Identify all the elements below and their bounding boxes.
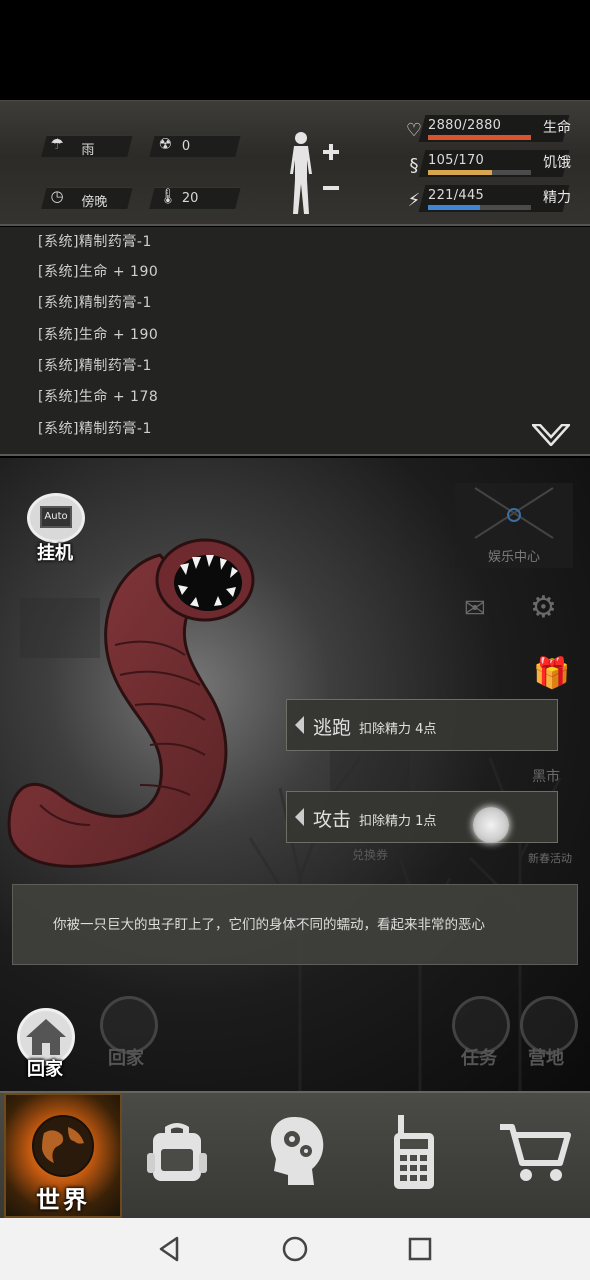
log-line: [系统]生命 + 190 <box>38 264 159 280</box>
attack-cost: 扣除精力 1点 <box>359 814 437 829</box>
expand-log-chevron-icon[interactable] <box>532 424 570 446</box>
plus-icon <box>323 144 339 160</box>
tab-world-label: 世界 <box>36 1186 90 1214</box>
ghost-home-label: 回家 <box>108 1048 144 1069</box>
tab-radio[interactable] <box>354 1093 472 1218</box>
exchange-coupon-label: 兑换券 <box>352 848 389 862</box>
hunger-label: 饥饿 <box>543 155 571 171</box>
task-label: 任务 <box>461 1048 497 1069</box>
touch-indicator <box>473 807 509 843</box>
human-body-icon <box>290 132 312 214</box>
gift-icon[interactable]: 🎁 <box>533 656 570 691</box>
log-line: [系统]生命 + 178 <box>38 389 159 405</box>
temperature-value: 20 <box>181 191 199 206</box>
home-label: 回家 <box>27 1059 63 1080</box>
log-line: [系统]精制药膏-1 <box>38 421 152 437</box>
tab-shop[interactable] <box>472 1093 590 1218</box>
flee-title: 逃跑 <box>313 717 352 739</box>
weather-value: 雨 <box>81 143 95 158</box>
arrow-left-icon <box>295 808 304 826</box>
time-value: 傍晚 <box>81 195 108 210</box>
heart-icon: ♡ <box>405 120 423 141</box>
log-line: [系统]精制药膏-1 <box>38 358 152 374</box>
recents-square-icon[interactable] <box>405 1234 435 1264</box>
auto-icon-text: Auto <box>40 506 72 528</box>
time-plate: ◷ 傍晚 <box>41 187 133 210</box>
cart-icon <box>500 1124 571 1181</box>
settings-gear-icon[interactable]: ⚙ <box>530 590 557 625</box>
hp-text: 2880/2880 <box>428 118 502 133</box>
lightning-icon: ⚡ <box>407 190 421 211</box>
attack-title: 攻击 <box>313 809 352 831</box>
go-home-button[interactable]: 回家 <box>17 1008 77 1080</box>
flee-button[interactable]: 逃跑 扣除精力 4点 <box>286 699 558 751</box>
black-market-label[interactable]: 黑市 <box>532 766 560 786</box>
log-line: [系统]生命 + 190 <box>38 327 159 343</box>
clock-icon: ◷ <box>50 187 64 205</box>
auto-idle-button[interactable]: Auto 挂机 <box>27 493 85 564</box>
globe-icon <box>32 1115 94 1177</box>
mail-icon[interactable]: ✉ <box>464 594 486 624</box>
flee-cost: 扣除精力 4点 <box>359 722 437 737</box>
encounter-message-box: 你被一只巨大的虫子盯上了，它们的身体不同的蠕动，看起来非常的恶心 <box>12 884 578 965</box>
arrow-left-icon <box>295 716 304 734</box>
weather-plate: ☂ 雨 <box>41 135 133 158</box>
log-line: [系统]精制药膏-1 <box>38 295 152 311</box>
tab-world[interactable]: 世界 <box>4 1093 122 1218</box>
radiation-icon: ☢ <box>158 135 172 153</box>
camp-label: 营地 <box>528 1048 564 1069</box>
temperature-plate: 🌡 20 <box>149 187 241 209</box>
body-status-button[interactable] <box>283 130 343 215</box>
energy-text: 221/445 <box>428 188 485 203</box>
event-log[interactable]: [系统]精制药膏-1 [系统]生命 + 190 [系统]精制药膏-1 [系统]生… <box>0 227 590 456</box>
head-gears-icon <box>270 1117 324 1185</box>
main-tab-bar: 世界 <box>0 1091 590 1218</box>
tab-inventory[interactable] <box>118 1093 236 1218</box>
radiation-plate: ☢ 0 <box>149 135 241 157</box>
game-screen: ☂ 雨 ☢ 0 ◷ 傍晚 🌡 20 ♡ 2880/2880 生命 § 105/1… <box>0 0 590 1280</box>
radiation-value: 0 <box>181 139 191 154</box>
minus-icon <box>323 186 339 190</box>
attack-button[interactable]: 攻击 扣除精力 1点 <box>286 791 558 843</box>
energy-label: 精力 <box>543 190 571 206</box>
backpack-icon <box>147 1123 207 1181</box>
stomach-icon: § <box>409 155 419 176</box>
entertainment-label: 娱乐中心 <box>488 550 541 565</box>
auto-laptop-icon: Auto <box>27 493 85 543</box>
hunger-text: 105/170 <box>428 153 485 168</box>
crosshair-icon <box>474 487 554 539</box>
log-line: [系统]精制药膏-1 <box>38 234 152 250</box>
home-circle-icon[interactable] <box>280 1234 310 1264</box>
tab-skills[interactable] <box>236 1093 354 1218</box>
auto-label: 挂机 <box>37 543 73 564</box>
encounter-message: 你被一只巨大的虫子盯上了，它们的身体不同的蠕动，看起来非常的恶心 <box>53 917 485 933</box>
thermometer-icon: 🌡 <box>158 187 178 205</box>
walkie-talkie-icon <box>394 1115 434 1189</box>
system-navigation-bar <box>0 1218 590 1280</box>
hp-label: 生命 <box>543 120 571 136</box>
new-year-event-label[interactable]: 新春活动 <box>528 850 572 866</box>
giant-worm-enemy[interactable] <box>0 525 270 885</box>
rain-cloud-icon: ☂ <box>50 135 64 153</box>
back-icon[interactable] <box>155 1234 185 1264</box>
